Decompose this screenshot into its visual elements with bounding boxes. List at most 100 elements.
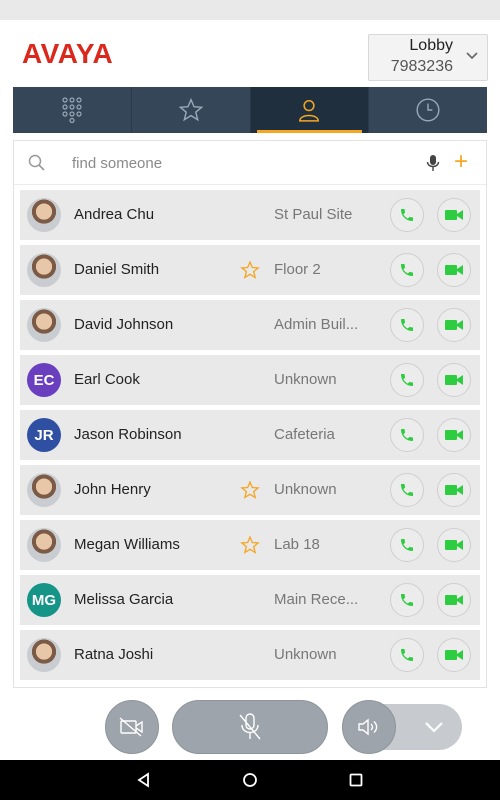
- audio-call-button[interactable]: [390, 418, 424, 452]
- phone-icon: [401, 484, 413, 496]
- lobby-selector[interactable]: Lobby 7983236: [368, 34, 488, 81]
- contact-row[interactable]: Megan Williams Lab 18: [20, 520, 480, 570]
- search-input[interactable]: [72, 151, 412, 175]
- avatar: [27, 473, 61, 507]
- app-header: AVAYA Lobby 7983236: [0, 20, 500, 88]
- avatar: MG: [27, 583, 61, 617]
- tab-favorites[interactable]: [132, 87, 251, 133]
- contact-name: Melissa Garcia: [74, 591, 174, 608]
- phone-icon: [401, 374, 413, 386]
- home-icon[interactable]: [242, 772, 258, 788]
- phone-icon: [401, 649, 413, 661]
- video-off-icon: [119, 717, 143, 737]
- audio-call-button[interactable]: [390, 583, 424, 617]
- video-call-button[interactable]: [437, 253, 471, 287]
- avatar: [27, 253, 61, 287]
- video-camera-icon: [445, 650, 463, 660]
- dialpad-icon: [62, 97, 82, 123]
- contact-name: Ratna Joshi: [74, 646, 154, 663]
- audio-call-button[interactable]: [390, 363, 424, 397]
- contact-name: Jason Robinson: [74, 426, 182, 443]
- video-call-button[interactable]: [437, 418, 471, 452]
- video-call-button[interactable]: [437, 198, 471, 232]
- lobby-name: Lobby: [409, 37, 453, 54]
- phone-icon: [401, 539, 413, 551]
- contact-row[interactable]: EC Earl Cook Unknown: [20, 355, 480, 405]
- contact-row[interactable]: David Johnson Admin Buil...: [20, 300, 480, 350]
- audio-call-button[interactable]: [390, 308, 424, 342]
- contact-location: Unknown: [274, 481, 337, 498]
- contact-row[interactable]: John Henry Unknown: [20, 465, 480, 515]
- video-call-button[interactable]: [437, 308, 471, 342]
- avatar: [27, 638, 61, 672]
- avatar: [27, 528, 61, 562]
- audio-call-button[interactable]: [390, 198, 424, 232]
- star-icon: [178, 97, 204, 122]
- favorite-star[interactable]: [240, 260, 260, 285]
- call-controls: [0, 690, 500, 760]
- contact-location: Cafeteria: [274, 426, 335, 443]
- favorite-star-icon[interactable]: [240, 535, 260, 555]
- audio-call-button[interactable]: [390, 253, 424, 287]
- person-icon: [299, 100, 320, 122]
- contact-location: Unknown: [274, 646, 337, 663]
- clock-icon: [416, 98, 440, 122]
- phone-icon: [401, 319, 413, 331]
- favorite-star-icon[interactable]: [240, 480, 260, 500]
- search-icon: [28, 154, 45, 171]
- contact-list: Andrea Chu St Paul Site Daniel Smith Floor …: [20, 190, 480, 685]
- video-camera-icon: [445, 430, 463, 440]
- favorite-star[interactable]: [240, 535, 260, 560]
- contact-row[interactable]: Ratna Joshi Unknown: [20, 630, 480, 680]
- video-call-button[interactable]: [437, 583, 471, 617]
- avatar: EC: [27, 363, 61, 397]
- video-call-button[interactable]: [437, 528, 471, 562]
- back-icon[interactable]: [136, 772, 152, 788]
- contact-row[interactable]: Daniel Smith Floor 2: [20, 245, 480, 295]
- contact-name: Daniel Smith: [74, 261, 160, 278]
- phone-icon: [401, 594, 413, 606]
- mute-button[interactable]: [172, 700, 328, 754]
- audio-call-button[interactable]: [390, 473, 424, 507]
- audio-call-button[interactable]: [390, 528, 424, 562]
- tab-contacts[interactable]: [250, 87, 370, 133]
- contact-location: Lab 18: [274, 536, 320, 553]
- speaker-icon: [358, 718, 378, 736]
- microphone-icon[interactable]: [426, 154, 440, 172]
- speaker-button[interactable]: [342, 700, 396, 754]
- contact-location: Floor 2: [274, 261, 321, 278]
- status-bar: [0, 0, 500, 20]
- video-call-button[interactable]: [437, 473, 471, 507]
- video-camera-icon: [445, 375, 463, 385]
- phone-icon: [401, 429, 413, 441]
- contact-row[interactable]: MG Melissa Garcia Main Rece...: [20, 575, 480, 625]
- video-camera-icon: [445, 485, 463, 495]
- contact-row[interactable]: Andrea Chu St Paul Site: [20, 190, 480, 240]
- contact-location: Admin Buil...: [274, 316, 359, 333]
- video-camera-icon: [445, 320, 463, 330]
- favorite-star[interactable]: [240, 480, 260, 505]
- video-call-button[interactable]: [437, 363, 471, 397]
- contact-location: Unknown: [274, 371, 337, 388]
- tab-history[interactable]: [369, 87, 487, 133]
- search-bar: +: [14, 141, 486, 185]
- tab-bar: [13, 87, 487, 133]
- avatar: [27, 308, 61, 342]
- contact-location: Main Rece...: [274, 591, 359, 608]
- chevron-down-icon: [425, 722, 443, 733]
- contacts-panel: + Andrea Chu St Paul Site Daniel Smith Floo…: [13, 140, 487, 688]
- audio-menu-button[interactable]: [418, 712, 450, 742]
- video-off-button[interactable]: [105, 700, 159, 754]
- audio-call-button[interactable]: [390, 638, 424, 672]
- favorite-star-icon[interactable]: [240, 260, 260, 280]
- contact-row[interactable]: JR Jason Robinson Cafeteria: [20, 410, 480, 460]
- contact-name: John Henry: [74, 481, 151, 498]
- microphone-muted-icon: [239, 713, 261, 740]
- add-contact-icon[interactable]: +: [454, 150, 468, 174]
- tab-dialpad[interactable]: [13, 87, 132, 133]
- video-call-button[interactable]: [437, 638, 471, 672]
- recents-icon[interactable]: [348, 772, 364, 788]
- phone-icon: [401, 209, 413, 221]
- avatar: JR: [27, 418, 61, 452]
- video-camera-icon: [445, 210, 463, 220]
